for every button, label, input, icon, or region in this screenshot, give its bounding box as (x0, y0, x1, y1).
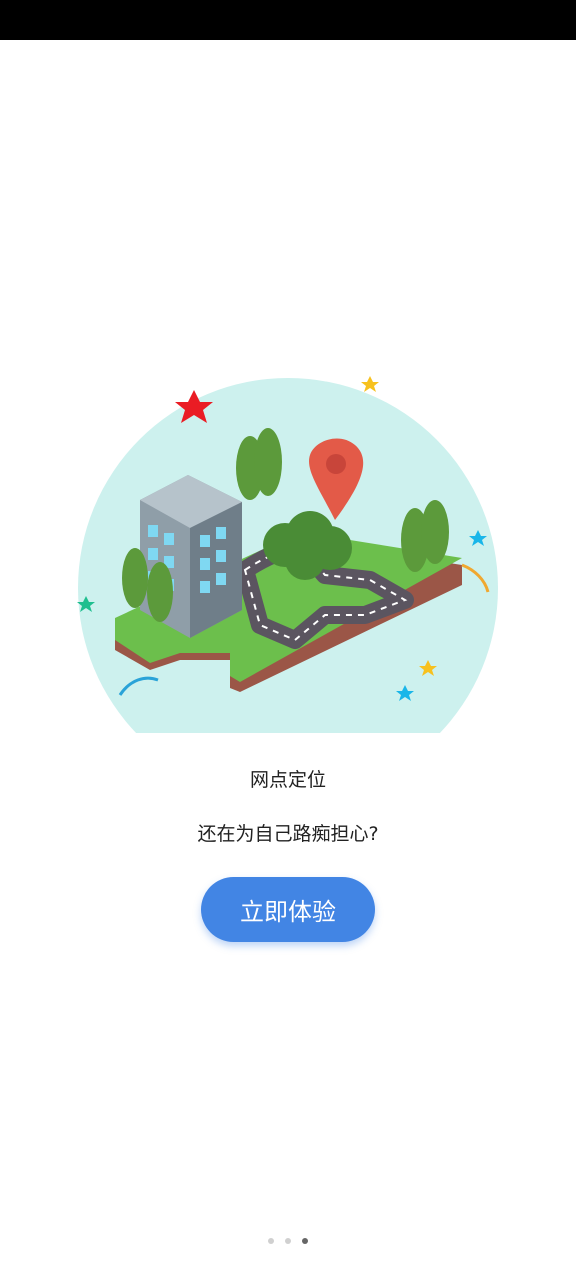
try-now-button[interactable]: 立即体验 (201, 877, 375, 942)
city-map-illustration (77, 376, 498, 733)
pager-dot-2 (285, 1238, 291, 1244)
pager-dot-1 (268, 1238, 274, 1244)
feature-subtitle: 还在为自己路痴担心? (197, 823, 379, 845)
pager-indicator (0, 1238, 576, 1244)
pager-dot-3 (302, 1238, 308, 1244)
status-bar (0, 0, 576, 40)
feature-title: 网点定位 (249, 769, 326, 791)
